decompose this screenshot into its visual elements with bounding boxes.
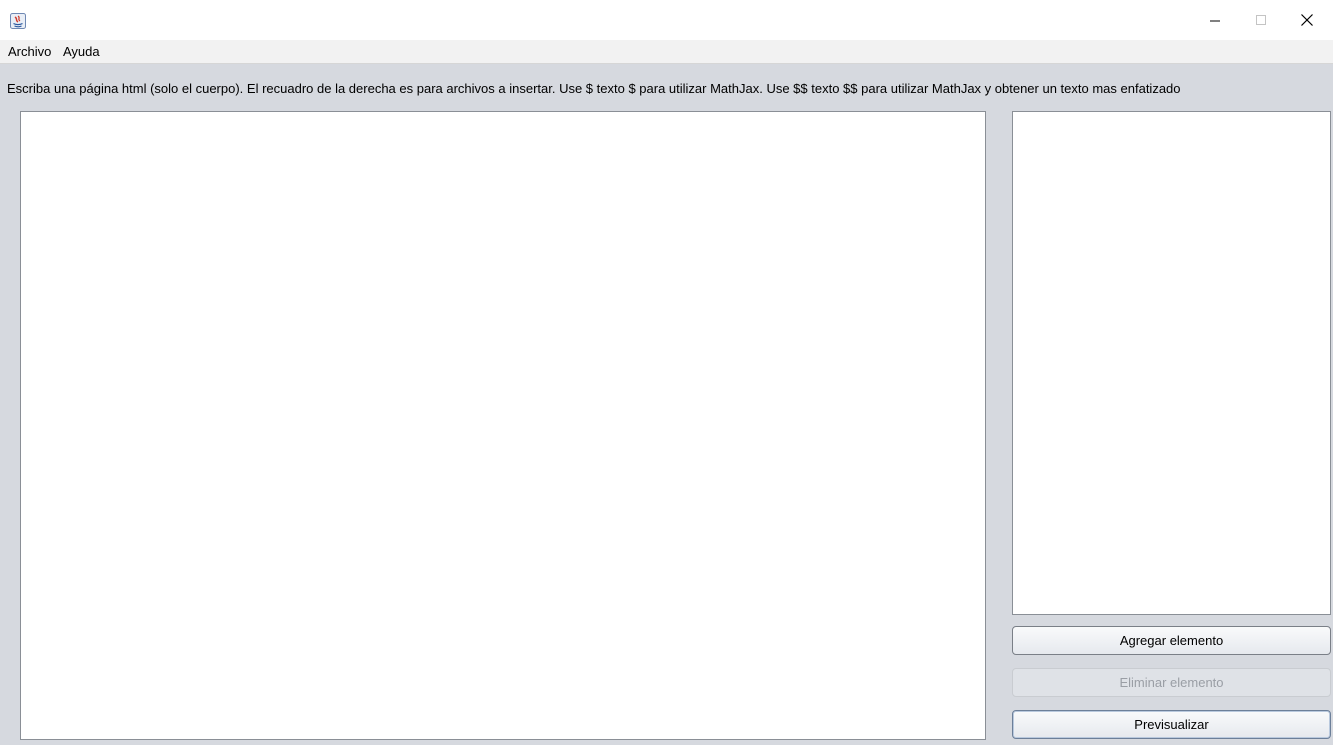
minimize-icon xyxy=(1210,20,1220,22)
close-button[interactable] xyxy=(1284,0,1330,40)
maximize-icon xyxy=(1256,15,1266,25)
menu-ayuda[interactable]: Ayuda xyxy=(63,44,100,60)
menu-archivo[interactable]: Archivo xyxy=(8,44,51,60)
add-element-button[interactable]: Agregar elemento xyxy=(1012,626,1331,655)
minimize-button[interactable] xyxy=(1192,0,1238,40)
instruction-label: Escriba una página html (solo el cuerpo)… xyxy=(7,81,1181,96)
java-app-icon xyxy=(10,13,26,29)
close-icon xyxy=(1301,14,1313,26)
maximize-button[interactable] xyxy=(1238,0,1284,40)
title-bar xyxy=(0,0,1333,40)
app-window: Archivo Ayuda Escriba una página html (s… xyxy=(0,0,1333,745)
remove-element-button[interactable]: Eliminar elemento xyxy=(1012,668,1331,697)
menu-bar: Archivo Ayuda xyxy=(0,40,1333,64)
files-list[interactable] xyxy=(1012,111,1331,615)
preview-button[interactable]: Previsualizar xyxy=(1012,710,1331,739)
content-panel: Escriba una página html (solo el cuerpo)… xyxy=(0,64,1333,745)
html-editor-textarea[interactable] xyxy=(20,111,986,740)
